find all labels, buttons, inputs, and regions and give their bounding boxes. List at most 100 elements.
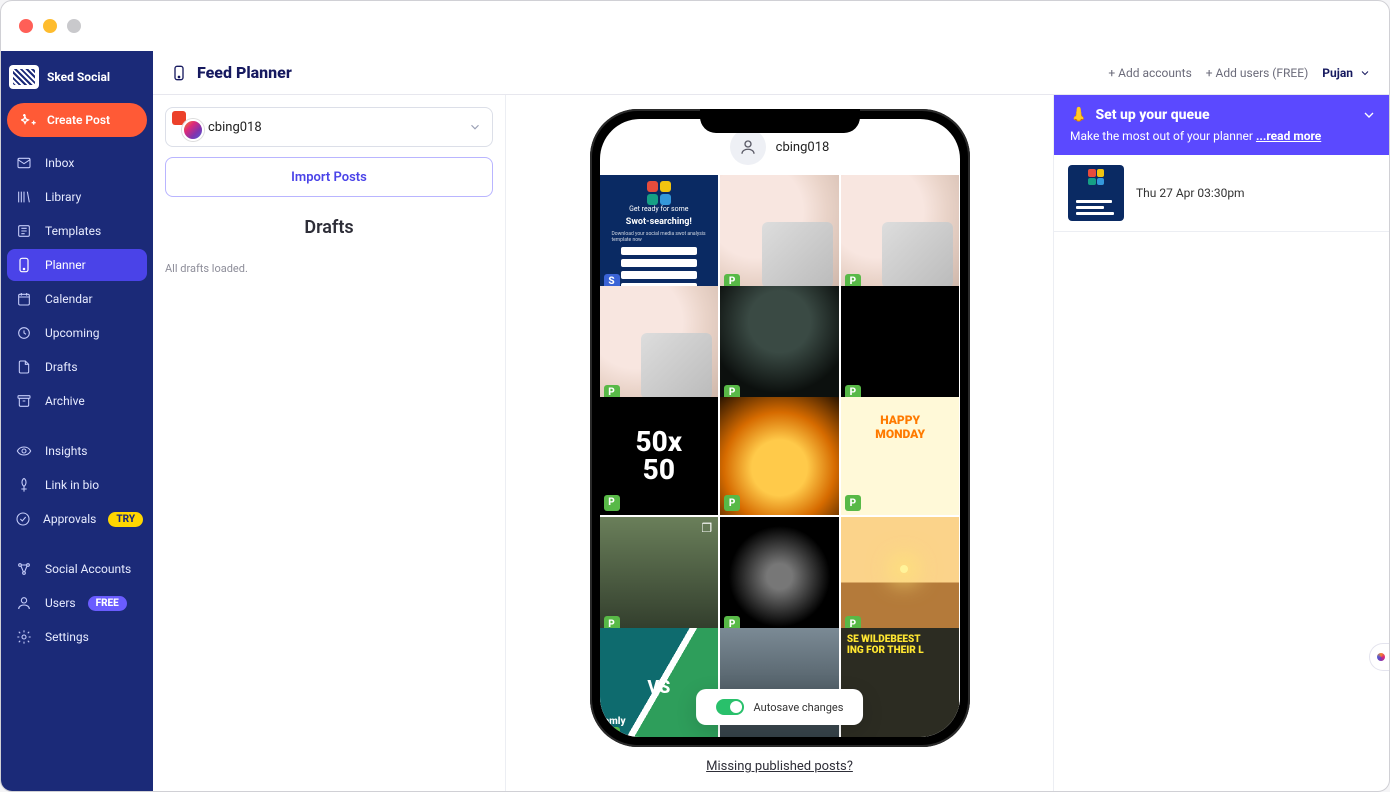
content: cbing018 Import Posts Drafts All drafts … xyxy=(153,95,1389,791)
nav-insights[interactable]: Insights xyxy=(7,435,147,467)
post-text: 50x 50 xyxy=(636,428,683,484)
window-close-dot[interactable] xyxy=(19,19,33,33)
grid-post[interactable]: P xyxy=(600,517,719,636)
nav-calendar[interactable]: Calendar xyxy=(7,283,147,315)
nav-label: Users xyxy=(45,596,76,610)
library-icon xyxy=(15,188,33,206)
nav-approvals[interactable]: Approvals TRY xyxy=(7,503,147,535)
nav-upcoming[interactable]: Upcoming xyxy=(7,317,147,349)
nav-label: Inbox xyxy=(45,156,74,170)
free-badge: FREE xyxy=(88,596,127,611)
nav-social-accounts[interactable]: Social Accounts xyxy=(7,553,147,585)
autosave-switch[interactable] xyxy=(716,699,744,715)
add-users-link[interactable]: + Add users (FREE) xyxy=(1206,66,1309,80)
center-panel: cbing018 Get ready for some Swot-searchi… xyxy=(506,95,1053,791)
grid-post[interactable]: P xyxy=(600,286,719,405)
phone-icon xyxy=(171,62,187,84)
phone-frame: cbing018 Get ready for some Swot-searchi… xyxy=(590,109,970,747)
nav-users[interactable]: Users FREE xyxy=(7,587,147,619)
user-menu[interactable]: Pujan xyxy=(1322,66,1371,80)
feed-grid: Get ready for some Swot-searching! Downl… xyxy=(600,175,960,737)
brand-name: Sked Social xyxy=(47,70,110,84)
nav-library[interactable]: Library xyxy=(7,181,147,213)
nav-label: Link in bio xyxy=(45,478,99,492)
nav-settings[interactable]: Settings xyxy=(7,621,147,653)
nav-label: Templates xyxy=(45,224,101,238)
nav-templates[interactable]: Templates xyxy=(7,215,147,247)
grid-post[interactable]: P xyxy=(841,517,960,636)
import-posts-button[interactable]: Import Posts xyxy=(165,157,493,197)
app-window: Sked Social Create Post Inbox Library xyxy=(0,0,1390,792)
grid-post[interactable]: P xyxy=(720,517,839,636)
nose-emoji-icon: 👃 xyxy=(1070,107,1087,123)
queue-item[interactable]: Thu 27 Apr 03:30pm xyxy=(1054,155,1389,232)
status-tag: P xyxy=(604,495,620,511)
account-selector[interactable]: cbing018 xyxy=(165,107,493,147)
insights-icon xyxy=(15,442,33,460)
create-post-button[interactable]: Create Post xyxy=(7,103,147,137)
nav-archive[interactable]: Archive xyxy=(7,385,147,417)
autosave-label: Autosave changes xyxy=(754,701,844,714)
grid-post[interactable]: P xyxy=(841,175,960,294)
settings-icon xyxy=(15,628,33,646)
status-tag: P xyxy=(724,495,740,511)
nav-planner[interactable]: Planner xyxy=(7,249,147,281)
nav-label: Drafts xyxy=(45,360,78,374)
chevron-down-icon xyxy=(1359,67,1371,79)
grid-post[interactable]: P xyxy=(720,175,839,294)
drafts-icon xyxy=(15,358,33,376)
post-text: Download your social media swot analysis… xyxy=(612,231,707,243)
grid-post[interactable]: Get ready for some Swot-searching! Downl… xyxy=(600,175,719,294)
inbox-icon xyxy=(15,154,33,172)
nav-linkinbio[interactable]: Link in bio xyxy=(7,469,147,501)
nav-drafts[interactable]: Drafts xyxy=(7,351,147,383)
help-widget[interactable] xyxy=(1369,643,1390,671)
status-tag: P xyxy=(604,727,620,737)
account-name: cbing018 xyxy=(208,120,262,135)
grid-post[interactable]: P xyxy=(720,397,839,516)
post-text: SE WILDEBEEST ING FOR THEIR L xyxy=(847,634,954,737)
grid-post[interactable]: HAPPY MONDAYP xyxy=(841,397,960,516)
window-minimize-dot[interactable] xyxy=(43,19,57,33)
social-accounts-icon xyxy=(15,560,33,578)
nav-inbox[interactable]: Inbox xyxy=(7,147,147,179)
autosave-toggle-bar: Autosave changes xyxy=(696,689,864,725)
queue-banner: 👃 Set up your queue Make the most out of… xyxy=(1054,95,1389,155)
nav-label: Library xyxy=(45,190,81,204)
post-text: HAPPY MONDAY xyxy=(875,413,925,441)
archive-icon xyxy=(15,392,33,410)
add-accounts-link[interactable]: + Add accounts xyxy=(1108,66,1191,80)
grid-post[interactable]: P xyxy=(841,286,960,405)
approvals-icon xyxy=(15,510,31,528)
post-text: VS xyxy=(647,677,670,698)
phone-notch xyxy=(700,109,860,133)
try-badge: TRY xyxy=(108,512,143,527)
drafts-empty-text: All drafts loaded. xyxy=(165,262,493,275)
missing-posts-link[interactable]: Missing published posts? xyxy=(706,759,853,774)
profile-avatar xyxy=(730,129,766,165)
nav-label: Social Accounts xyxy=(45,562,131,576)
queue-banner-sub-text: Make the most out of your planner xyxy=(1070,129,1253,143)
nav-label: Calendar xyxy=(45,292,93,306)
grid-post[interactable]: P xyxy=(720,286,839,405)
topbar: Feed Planner + Add accounts + Add users … xyxy=(153,51,1389,95)
queue-banner-title: 👃 Set up your queue xyxy=(1070,107,1373,123)
queue-banner-sub: Make the most out of your planner ...rea… xyxy=(1070,129,1373,143)
calendar-icon xyxy=(15,290,33,308)
planner-icon xyxy=(15,256,33,274)
post-text: Swot-searching! xyxy=(626,217,692,227)
nav-label: Insights xyxy=(45,444,87,458)
window-maximize-dot[interactable] xyxy=(67,19,81,33)
app-body: Sked Social Create Post Inbox Library xyxy=(1,51,1389,791)
right-panel: 👃 Set up your queue Make the most out of… xyxy=(1053,95,1389,791)
users-icon xyxy=(15,594,33,612)
nav: Inbox Library Templates Planner Calendar xyxy=(1,147,153,653)
read-more-link[interactable]: ...read more xyxy=(1256,129,1321,143)
post-text: omly xyxy=(604,716,626,727)
grid-post[interactable]: 50x 50 P xyxy=(600,397,719,516)
templates-icon xyxy=(15,222,33,240)
drafts-heading: Drafts xyxy=(165,217,493,238)
banner-collapse-button[interactable] xyxy=(1361,107,1377,123)
page-title-text: Feed Planner xyxy=(197,63,292,82)
left-panel: cbing018 Import Posts Drafts All drafts … xyxy=(153,95,506,791)
